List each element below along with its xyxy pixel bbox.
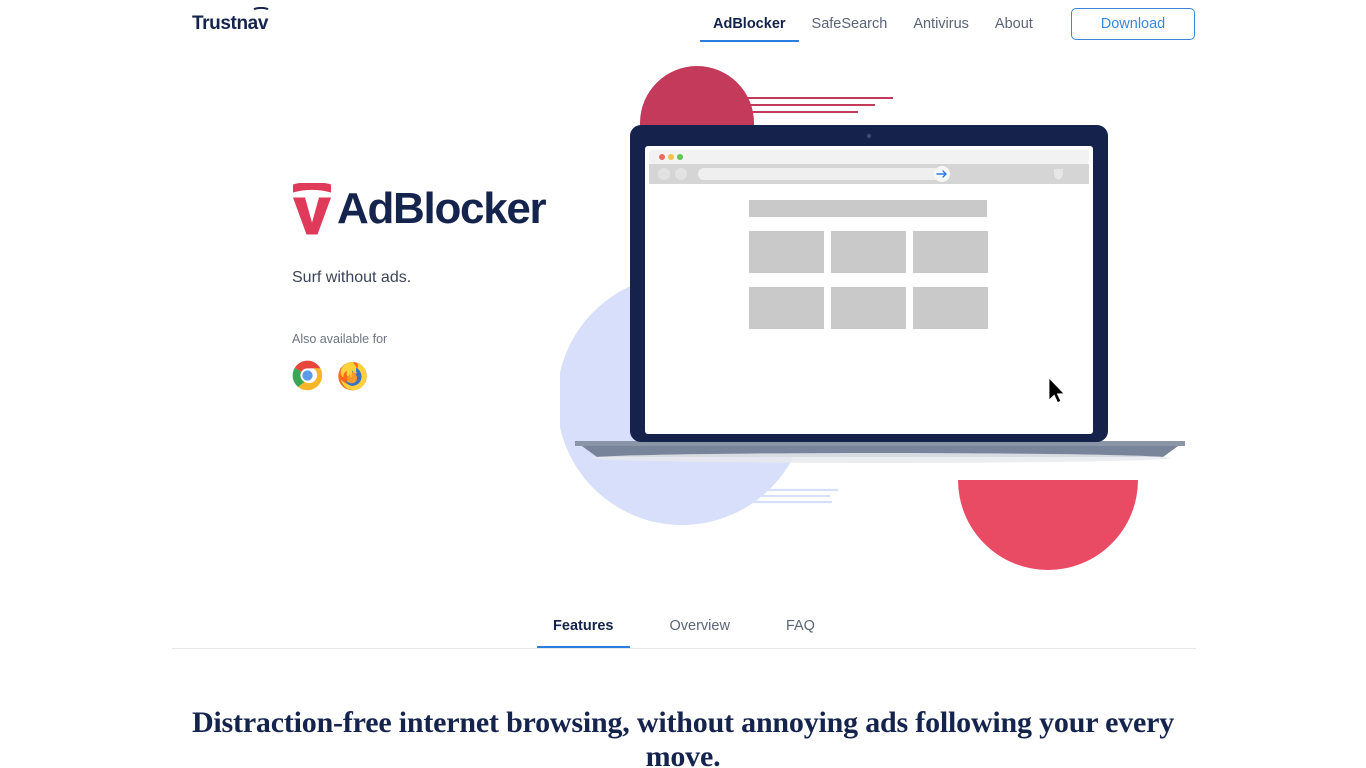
content-tile-placeholder	[749, 287, 824, 329]
content-tile-placeholder	[749, 231, 824, 273]
section-headline: Distraction-free internet browsing, with…	[191, 706, 1175, 768]
product-logo: AdBlocker	[292, 180, 592, 238]
nav-item-label: Antivirus	[913, 16, 969, 32]
brand-logo-text: Trustnav	[192, 13, 268, 34]
content-tile-placeholder	[831, 231, 906, 273]
traffic-light-green	[677, 154, 683, 160]
tab-faq[interactable]: FAQ	[758, 618, 843, 648]
tab-features[interactable]: Features	[525, 618, 641, 648]
section-tabs: Features Overview FAQ	[172, 618, 1196, 649]
content-tile-placeholder	[913, 231, 988, 273]
tab-label: Features	[553, 618, 614, 634]
page-root: Trustnav AdBlocker SafeSearch Antivirus …	[0, 0, 1366, 768]
decor-pink-half-circle	[958, 480, 1138, 570]
download-button[interactable]: Download	[1071, 8, 1195, 40]
tab-overview[interactable]: Overview	[642, 618, 758, 648]
firefox-icon[interactable]	[337, 360, 368, 391]
product-name: AdBlocker	[337, 184, 547, 233]
browser-icon-list	[292, 360, 368, 391]
nav-item-label: AdBlocker	[713, 16, 786, 32]
shield-chevron-icon	[253, 7, 269, 10]
main-nav: AdBlocker SafeSearch Antivirus About	[700, 0, 1046, 48]
browser-back-button	[658, 168, 670, 180]
tab-label: Overview	[669, 618, 730, 634]
traffic-light-yellow	[668, 154, 674, 160]
mouse-pointer-icon	[1048, 377, 1065, 404]
content-tile-placeholder	[913, 287, 988, 329]
nav-item-label: About	[994, 16, 1033, 32]
browser-forward-button	[675, 168, 687, 180]
chrome-icon[interactable]	[292, 360, 323, 391]
hero-illustration	[560, 55, 1200, 575]
nav-item-label: SafeSearch	[811, 16, 888, 32]
laptop-base	[575, 441, 1185, 463]
nav-item-adblocker[interactable]: AdBlocker	[700, 0, 799, 48]
decor-crimson-dome	[640, 66, 754, 125]
traffic-light-red	[659, 154, 665, 160]
shield-v-icon	[293, 183, 331, 235]
nav-item-safesearch[interactable]: SafeSearch	[799, 0, 901, 48]
content-banner-placeholder	[749, 200, 987, 217]
hero-tagline: Surf without ads.	[292, 269, 412, 286]
nav-item-about[interactable]: About	[982, 0, 1046, 48]
content-tile-placeholder	[831, 287, 906, 329]
tabs-divider	[172, 648, 1196, 649]
browser-address-bar	[698, 168, 948, 180]
hero-left-column: AdBlocker Surf without ads. Also availab…	[292, 180, 592, 391]
nav-item-antivirus[interactable]: Antivirus	[900, 0, 982, 48]
site-header: Trustnav AdBlocker SafeSearch Antivirus …	[0, 0, 1366, 48]
availability-label: Also available for	[292, 332, 388, 346]
brand-logo[interactable]: Trustnav	[192, 7, 269, 34]
tab-label: FAQ	[785, 618, 815, 634]
